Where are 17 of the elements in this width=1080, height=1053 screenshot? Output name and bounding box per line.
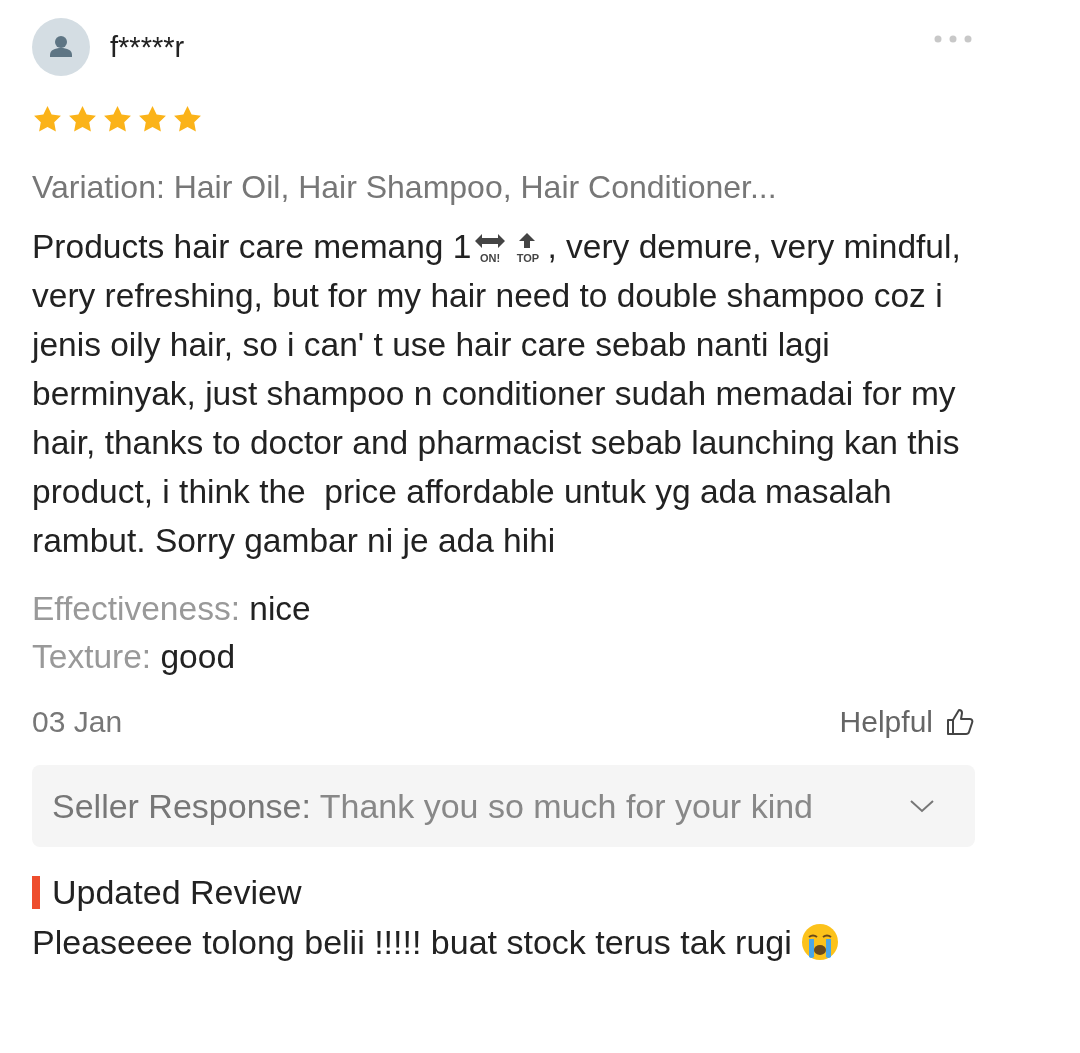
attribute-text: Effectiveness: nice bbox=[32, 589, 312, 629]
accent-bar bbox=[32, 876, 40, 909]
helpful-button[interactable]: Helpful bbox=[839, 705, 975, 739]
review-text: Products hair care memang 1 ON! TOP , very demure, very mindful, very refreshing, but for my hair need to double shampoo coz i jenis oily hair, so i can' t use hair care sebab nanti lagi berminyak, just shampoo n conditioner sudah memadai for my hair, thanks to doctor and pharmacist sebab launching kan this product, i think the price affordable untuk yg ada masalah rambut. Sorry gambar ni je ada hihi bbox=[32, 222, 985, 565]
attribute-text: Texture: good bbox=[32, 637, 236, 677]
review-date: 03 Jan bbox=[32, 705, 123, 739]
avatar-icon bbox=[32, 18, 90, 76]
on-arrow-emoji: ON! bbox=[473, 232, 508, 264]
updated-review-title: Updated Review bbox=[52, 873, 302, 912]
variation-text: Variation: Hair Oil, Hair Shampoo, Hair Conditioner... bbox=[32, 169, 778, 206]
thumbs-up-icon bbox=[945, 707, 975, 737]
top-arrow-emoji: TOP bbox=[511, 232, 546, 264]
updated-review-text: Pleaseeee tolong belii !!!!! buat stock terus tak rugi bbox=[32, 922, 792, 962]
seller-response[interactable]: Seller Response: Thank you so much for your kind bbox=[32, 765, 975, 847]
crying-face-icon bbox=[799, 922, 840, 962]
more-options-icon[interactable] bbox=[933, 34, 973, 44]
reviewer-name: f*****r bbox=[110, 30, 185, 64]
